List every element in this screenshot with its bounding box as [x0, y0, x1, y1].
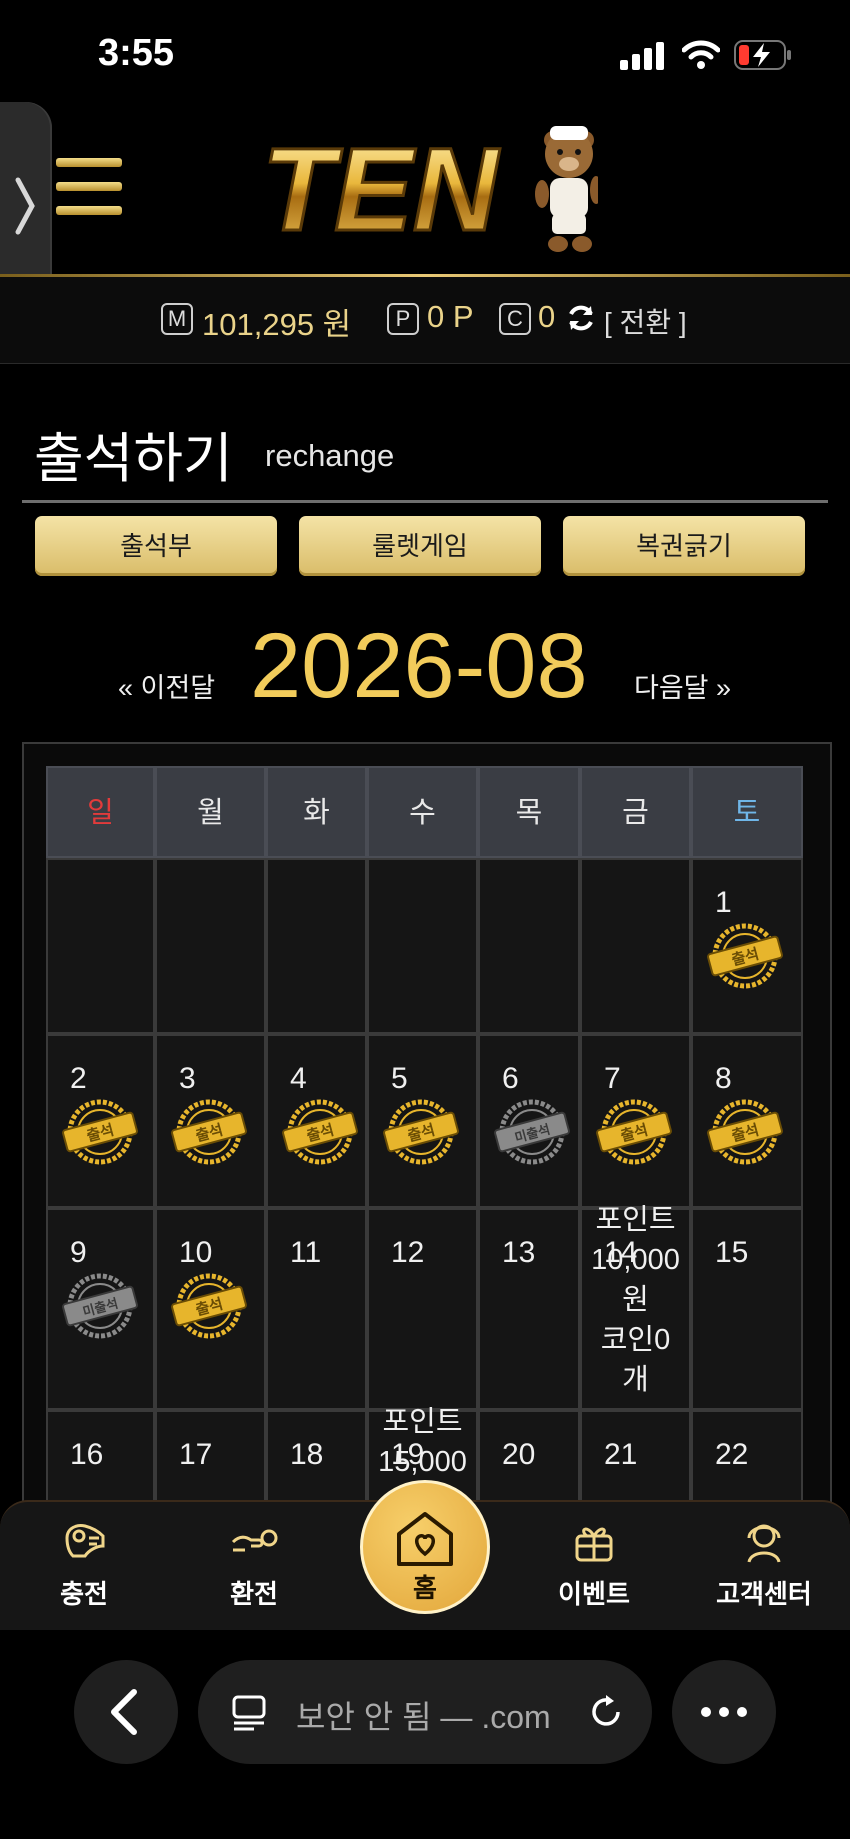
battery-charging-icon — [734, 40, 791, 70]
day-number: 17 — [179, 1438, 213, 1471]
nav-charge[interactable]: 충전 — [24, 1500, 144, 1630]
day-number: 12 — [391, 1236, 425, 1269]
day-number: 21 — [604, 1438, 638, 1471]
attended-stamp-icon: 출석 — [707, 1099, 783, 1165]
reload-icon[interactable] — [588, 1694, 624, 1730]
money-badge: M — [161, 303, 193, 335]
calendar-empty-cell — [266, 858, 367, 1034]
day-number: 22 — [715, 1438, 749, 1471]
support-icon — [747, 1524, 781, 1563]
absent-stamp-icon: 미출석 — [62, 1273, 138, 1339]
home-icon — [397, 1512, 453, 1566]
nav-event[interactable]: 이벤트 — [534, 1500, 654, 1630]
day-number: 2 — [70, 1062, 87, 1095]
day-number: 3 — [179, 1062, 196, 1095]
day-number: 9 — [70, 1236, 87, 1269]
nav-support[interactable]: 고객센터 — [704, 1500, 824, 1630]
hamburger-menu-icon[interactable] — [56, 158, 122, 220]
wifi-icon — [682, 40, 720, 69]
weekday-header-0: 일 — [46, 766, 155, 858]
day-number: 7 — [604, 1062, 621, 1095]
tab-attendance[interactable]: 출석부 — [35, 516, 277, 576]
browser-back-button[interactable] — [74, 1660, 178, 1764]
reward-note-line: 원 — [622, 1284, 649, 1316]
cellular-signal-icon — [620, 42, 664, 70]
weekday-header-4: 목 — [478, 766, 580, 858]
attended-stamp-icon: 출석 — [383, 1099, 459, 1165]
calendar-empty-cell — [478, 858, 580, 1034]
refresh-icon[interactable] — [565, 302, 597, 334]
day-number: 8 — [715, 1062, 732, 1095]
prev-month-link[interactable]: « 이전달 — [118, 666, 215, 705]
status-time: 3:55 — [98, 32, 175, 74]
ten-bear-logo[interactable]: TEN — [258, 118, 598, 260]
nav-charge-label: 충전 — [60, 1579, 108, 1609]
coin-badge: C — [499, 303, 531, 335]
next-month-link[interactable]: 다음달 » — [634, 666, 731, 705]
point-badge: P — [387, 303, 419, 335]
nav-exchange-label: 환전 — [230, 1579, 278, 1609]
balance-bar — [0, 277, 850, 364]
reward-note-line: 개 — [622, 1364, 649, 1396]
page-subtitle: rechange — [265, 438, 395, 473]
chevron-left-icon — [111, 1689, 137, 1735]
attended-stamp-icon: 출석 — [62, 1099, 138, 1165]
attended-stamp-icon: 출석 — [171, 1099, 247, 1165]
coin-balance: 0 — [538, 299, 556, 334]
nav-support-label: 고객센터 — [716, 1579, 812, 1609]
day-number: 15 — [715, 1236, 749, 1269]
weekday-header-2: 화 — [266, 766, 367, 858]
weekday-header-5: 금 — [580, 766, 691, 858]
money-balance: 101,295 원 — [202, 307, 352, 342]
calendar-empty-cell — [46, 858, 155, 1034]
day-number: 20 — [502, 1438, 536, 1471]
tab-lottery[interactable]: 복권긁기 — [563, 516, 805, 576]
nav-event-label: 이벤트 — [558, 1579, 630, 1609]
reward-note: 포인트 10,000 원코인0 개 — [580, 1200, 691, 1400]
attended-stamp-icon: 출석 — [707, 923, 783, 989]
absent-stamp-icon: 미출석 — [494, 1099, 570, 1165]
charge-icon — [65, 1524, 105, 1558]
day-number: 16 — [70, 1438, 104, 1471]
exchange-icon — [231, 1529, 278, 1552]
day-number: 18 — [290, 1438, 324, 1471]
reward-note-line: 15,000 — [378, 1446, 467, 1478]
attended-stamp-icon: 출석 — [171, 1273, 247, 1339]
reward-note-line: 코인0 — [600, 1324, 671, 1356]
point-balance: 0 P — [427, 299, 474, 334]
day-number: 1 — [715, 886, 732, 919]
calendar-empty-cell — [155, 858, 266, 1034]
tab-roulette[interactable]: 룰렛게임 — [299, 516, 541, 576]
address-text: 보안 안 됨 — .com — [296, 1699, 551, 1735]
day-number: 5 — [391, 1062, 408, 1095]
weekday-header-1: 월 — [155, 766, 266, 858]
more-dots-icon — [701, 1707, 747, 1717]
calendar-empty-cell — [367, 858, 478, 1034]
weekday-header-3: 수 — [367, 766, 478, 858]
svg-text:TEN: TEN — [262, 124, 501, 256]
day-number: 11 — [290, 1236, 322, 1269]
browser-more-button[interactable] — [672, 1660, 776, 1764]
chevron-right-icon — [15, 177, 35, 235]
reward-note-line: 10,000 — [591, 1244, 680, 1276]
current-month: 2026-08 — [250, 615, 588, 717]
attended-stamp-icon: 출석 — [282, 1099, 358, 1165]
weekday-header-6: 토 — [691, 766, 803, 858]
nav-exchange[interactable]: 환전 — [194, 1500, 314, 1630]
day-number: 13 — [502, 1236, 536, 1269]
page-title: 출석하기 — [34, 429, 233, 489]
reward-note-line: 포인트 — [382, 1406, 463, 1438]
switch-balance-button[interactable]: [ 전환 ] — [604, 301, 687, 341]
reward-note-line: 포인트 — [595, 1204, 676, 1236]
day-number: 4 — [290, 1062, 307, 1095]
gift-icon — [575, 1527, 613, 1562]
day-number: 10 — [179, 1236, 213, 1269]
page-menu-icon[interactable] — [232, 1695, 266, 1731]
reward-note: 포인트 15,000 — [367, 1402, 478, 1482]
attended-stamp-icon: 출석 — [596, 1099, 672, 1165]
calendar-empty-cell — [580, 858, 691, 1034]
nav-home-label: 홈 — [413, 1573, 437, 1603]
day-number: 6 — [502, 1062, 519, 1095]
title-divider — [22, 500, 828, 503]
